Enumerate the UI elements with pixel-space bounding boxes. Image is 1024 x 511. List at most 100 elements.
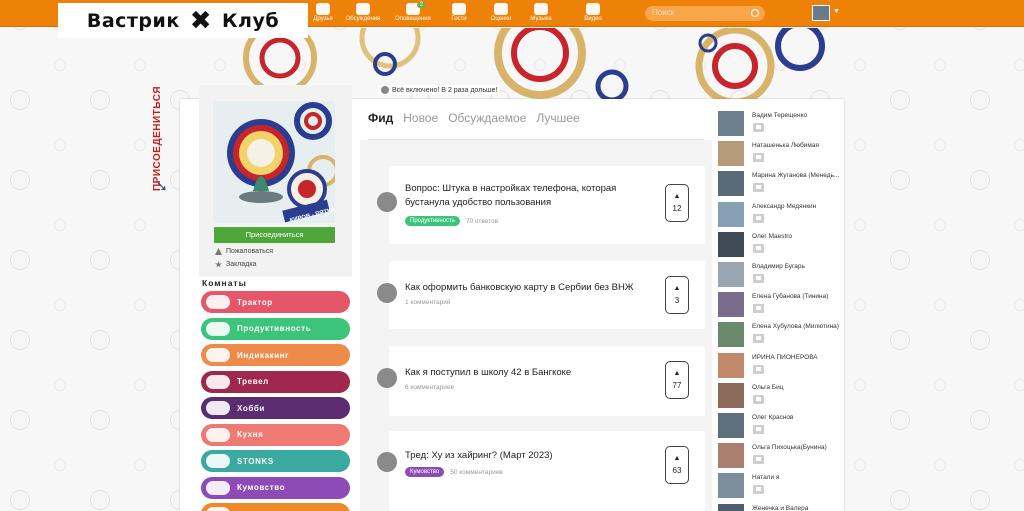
upvote-button[interactable]: ▲ 77 [665,361,689,399]
room-item[interactable]: Индикакинг [201,344,350,366]
nav-item-music[interactable]: Музыка [518,3,564,25]
member-avatar[interactable] [718,292,744,318]
member-name[interactable]: Владимир Бугарь [752,263,844,270]
member-name[interactable]: Елена Губанова (Тинина) [752,293,844,300]
member-item[interactable]: Марина Жуганова (Менедь... [718,168,844,197]
member-item[interactable]: Вадим Терещенко [718,108,843,136]
search-input[interactable]: Поиск [645,6,765,21]
member-name[interactable]: Олег Краснов [752,414,844,421]
chevron-down-icon[interactable]: ▼ [833,8,840,15]
complain-link[interactable]: Пожаловаться [215,248,273,255]
member-avatar[interactable] [718,382,744,408]
search-icon[interactable] [751,9,759,17]
room-item[interactable]: Трактор [201,291,350,313]
member-avatar[interactable] [718,231,744,257]
message-icon[interactable] [753,455,764,465]
member-item[interactable]: Натали я [718,470,844,499]
member-name[interactable]: ИРИНА ПИОНЕРОВА [752,354,844,361]
feed-tab[interactable]: Новое [403,111,438,125]
member-item[interactable]: Олег Maestro [718,229,843,257]
member-avatar[interactable] [718,262,744,287]
member-name[interactable]: Ольга Биц [752,384,844,391]
post-card[interactable]: Вопрос: Штука в настройках телефона, кот… [377,166,705,244]
member-item[interactable]: Наташенька Любимая [718,138,844,167]
room-item[interactable]: Тревел [201,370,350,393]
promo-banner[interactable]: Всё включено! В 2 раза дольше! [378,85,501,95]
member-name[interactable]: Ольга Пихоцька(Бунина) [752,444,844,451]
upvote-button[interactable]: ▲ 3 [665,276,689,314]
message-icon[interactable] [753,485,764,495]
feed-tab[interactable]: Лучшее [536,111,579,125]
member-name[interactable]: Наташенька Любимая [752,142,844,149]
room-item[interactable]: Хобби [201,397,350,419]
avatar[interactable] [377,192,397,212]
upvote-button[interactable]: ▲ 12 [665,184,689,222]
upvote-button[interactable]: ▲ 63 [665,446,689,484]
nav-item-video[interactable]: Видео [570,3,616,25]
member-item[interactable]: Александр Медянкин [718,199,843,227]
post-card[interactable]: Как оформить банковскую карту в Сербии б… [377,261,705,329]
avatar[interactable] [377,283,397,303]
member-name[interactable]: Натали я [752,474,844,481]
member-avatar[interactable] [718,503,744,511]
message-icon[interactable] [753,425,764,434]
message-icon[interactable] [753,334,764,344]
room-item[interactable]: Кумовство [201,476,350,499]
member-avatar[interactable] [718,201,744,227]
member-avatar[interactable] [718,473,744,499]
nav-item-discussions[interactable]: Обсуждения [340,3,386,25]
avatar[interactable] [377,368,397,388]
member-avatar[interactable] [718,171,744,197]
club-logo[interactable]: Вастрик ✖ Клуб [58,3,308,38]
join-button[interactable]: Присоединиться [214,227,335,243]
member-avatar[interactable] [718,322,744,348]
nav-item-guests[interactable]: Гости [436,3,482,25]
feed-tab[interactable]: Обсуждаемое [448,111,526,125]
room-tag[interactable]: Кумовство [405,467,445,477]
member-name[interactable]: Олег Maestro [752,233,844,240]
bookmark-link[interactable]: Закладка [215,261,256,268]
member-name[interactable]: Женечка и Валера [752,505,844,511]
post-title[interactable]: Как оформить банковскую карту в Сербии б… [405,281,635,295]
message-icon[interactable] [753,394,764,404]
post-card[interactable]: Как я поступил в школу 42 в Бангкоке 6 ко… [377,346,705,416]
member-name[interactable]: Вадим Терещенко [752,112,844,119]
message-icon[interactable] [753,123,764,132]
member-item[interactable]: ИРИНА ПИОНЕРОВА [718,350,843,378]
feed-tab[interactable]: Фид [368,111,393,125]
member-item[interactable]: Женечка и Валера [718,501,843,511]
member-item[interactable]: Ольга Пихоцька(Бунина) [718,440,844,469]
post-title[interactable]: Вопрос: Штука в настройках телефона, кот… [405,182,635,210]
nav-item-notifications[interactable]: 2 Оповещения [390,2,436,25]
member-avatar[interactable] [718,141,744,167]
post-title[interactable]: Тред: Ху из хайринг? (Март 2023) [405,449,635,463]
member-avatar[interactable] [718,413,744,438]
message-icon[interactable] [753,243,764,253]
message-icon[interactable] [753,274,764,283]
room-item[interactable]: Продуктивность [201,317,350,340]
member-item[interactable]: Ольга Биц [718,380,843,408]
message-icon[interactable] [753,183,764,193]
room-item[interactable]: Кухня [201,423,350,446]
post-card[interactable]: Тред: Ху из хайринг? (Март 2023) Кумовств… [377,431,705,511]
member-item[interactable]: Владимир Бугарь [718,259,843,287]
post-title[interactable]: Как я поступил в школу 42 в Бангкоке [405,366,635,380]
member-avatar[interactable] [718,352,744,378]
member-name[interactable]: Марина Жуганова (Менедь... [752,172,844,179]
member-item[interactable]: Елена Губанова (Тинина) [718,289,844,318]
member-name[interactable]: Александр Медянкин [752,203,844,210]
member-name[interactable]: Елена Хубулова (Милютина) [752,323,844,330]
room-item[interactable]: STONKS [201,450,350,472]
message-icon[interactable] [753,213,764,223]
member-item[interactable]: Елена Хубулова (Милютина) [718,319,844,348]
member-avatar[interactable] [718,443,744,469]
message-icon[interactable] [753,304,764,314]
avatar[interactable] [377,452,397,472]
avatar[interactable] [812,5,830,21]
member-item[interactable]: Олег Краснов [718,410,843,438]
room-tag[interactable]: Продуктивность [405,216,460,226]
member-avatar[interactable] [718,111,744,136]
message-icon[interactable] [753,153,764,163]
room-item[interactable] [201,503,350,511]
message-icon[interactable] [753,364,764,374]
